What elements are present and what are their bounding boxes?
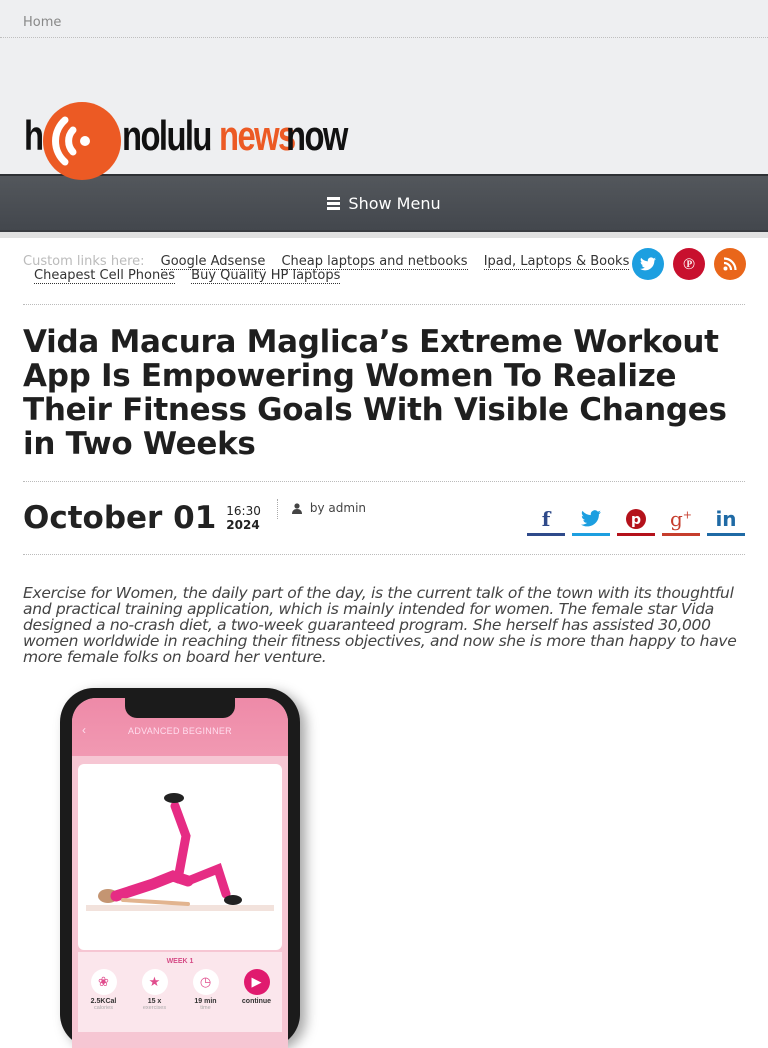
show-menu-button[interactable]: Show Menu bbox=[327, 193, 441, 213]
app-header-title: ADVANCED BEGINNER bbox=[128, 726, 232, 736]
workout-stats: WEEK 1 ❀ 2.5KCal calories ★ 15 x exercis… bbox=[78, 952, 282, 1032]
site-logo[interactable]: h nolulu news now bbox=[24, 100, 354, 182]
stat-value: continue bbox=[241, 998, 272, 1005]
svg-text:p: p bbox=[631, 512, 641, 528]
logo-text-news: news bbox=[219, 112, 296, 159]
stat-label: time bbox=[200, 1005, 211, 1011]
pinterest-icon: p bbox=[626, 508, 646, 529]
article-time-value: 16:30 bbox=[226, 504, 261, 518]
clock-icon: ◷ bbox=[192, 969, 219, 995]
stat-time: ◷ 19 min time bbox=[183, 969, 229, 1011]
facebook-icon: f bbox=[541, 506, 551, 531]
share-facebook-button[interactable]: f bbox=[527, 504, 565, 536]
custom-link[interactable]: Buy Quality HP laptops bbox=[191, 268, 341, 284]
twitter-icon bbox=[640, 257, 656, 271]
play-icon: ▶ bbox=[243, 969, 270, 995]
hamburger-icon bbox=[327, 197, 341, 210]
logo-text-nolulu: nolulu bbox=[122, 112, 212, 159]
app-header: ‹ ADVANCED BEGINNER bbox=[72, 698, 288, 756]
twitter-icon bbox=[581, 510, 601, 527]
main-navbar: Show Menu bbox=[0, 174, 768, 232]
share-linkedin-button[interactable]: in bbox=[707, 504, 745, 536]
custom-link[interactable]: Cheapest Cell Phones bbox=[34, 268, 176, 284]
rss-follow-button[interactable] bbox=[714, 248, 746, 280]
phone-frame: ‹ ADVANCED BEGINNER WEEK 1 ❀ 2.5KCal cal… bbox=[60, 688, 300, 1048]
stat-value: 2.5KCal bbox=[90, 998, 117, 1005]
breadcrumb-bar: Home bbox=[0, 0, 768, 38]
stat-label: exercises bbox=[142, 1005, 167, 1011]
article-author[interactable]: by admin bbox=[291, 501, 367, 515]
back-arrow-icon: ‹ bbox=[82, 723, 87, 737]
broadcast-icon bbox=[43, 102, 121, 180]
article-year: 2024 bbox=[226, 518, 260, 532]
article-time: 16:30 2024 bbox=[226, 504, 261, 532]
exercise-illustration bbox=[86, 793, 274, 911]
google-plus-icon: g+ bbox=[669, 506, 693, 531]
meta-separator bbox=[276, 499, 278, 519]
home-link[interactable]: Home bbox=[23, 15, 61, 30]
phone-screen: ‹ ADVANCED BEGINNER WEEK 1 ❀ 2.5KCal cal… bbox=[72, 698, 288, 1048]
rss-icon bbox=[723, 257, 737, 271]
article-date: October 01 bbox=[23, 500, 217, 536]
custom-links-label: Custom links here: bbox=[23, 254, 145, 269]
pinterest-icon: ℗ bbox=[683, 254, 695, 273]
social-follow-icons: ℗ bbox=[632, 248, 746, 280]
article-title: Vida Macura Maglica’s Extreme Workout Ap… bbox=[23, 324, 727, 462]
stat-value: 15 x bbox=[147, 998, 162, 1005]
site-header: h nolulu news now bbox=[0, 38, 768, 180]
logo-text-h: h bbox=[24, 112, 44, 159]
person-icon: ★ bbox=[141, 969, 168, 995]
week-label: WEEK 1 bbox=[166, 958, 194, 965]
author-name: by admin bbox=[309, 501, 367, 515]
article-image-phone: ‹ ADVANCED BEGINNER WEEK 1 ❀ 2.5KCal cal… bbox=[56, 688, 304, 1048]
exercise-image-card bbox=[78, 764, 282, 950]
pinterest-follow-button[interactable]: ℗ bbox=[673, 248, 705, 280]
share-twitter-button[interactable] bbox=[572, 504, 610, 536]
show-menu-label: Show Menu bbox=[348, 193, 441, 213]
article-intro: Exercise for Women, the daily part of th… bbox=[23, 584, 737, 666]
share-google-plus-button[interactable]: g+ bbox=[662, 504, 700, 536]
linkedin-icon: in bbox=[715, 506, 737, 531]
logo-text-now: now bbox=[286, 112, 348, 159]
user-icon bbox=[291, 502, 302, 514]
stat-calories: ❀ 2.5KCal calories bbox=[81, 969, 127, 1011]
share-pinterest-button[interactable]: p bbox=[617, 504, 655, 536]
stat-exercises: ★ 15 x exercises bbox=[132, 969, 178, 1011]
stat-value: 19 min bbox=[194, 998, 217, 1005]
twitter-follow-button[interactable] bbox=[632, 248, 664, 280]
flame-icon: ❀ bbox=[90, 969, 117, 995]
stat-label: calories bbox=[94, 1005, 113, 1011]
custom-links-bar: Custom links here: Google Adsense Cheap … bbox=[0, 238, 768, 304]
stat-continue: ▶ continue bbox=[234, 969, 280, 1011]
share-buttons: f p g+ in bbox=[527, 504, 745, 536]
phone-notch bbox=[125, 698, 235, 718]
custom-link[interactable]: Ipad, Laptops & Books bbox=[483, 254, 630, 270]
article-meta: October 01 16:30 2024 by admin f p g+ in bbox=[0, 482, 768, 554]
